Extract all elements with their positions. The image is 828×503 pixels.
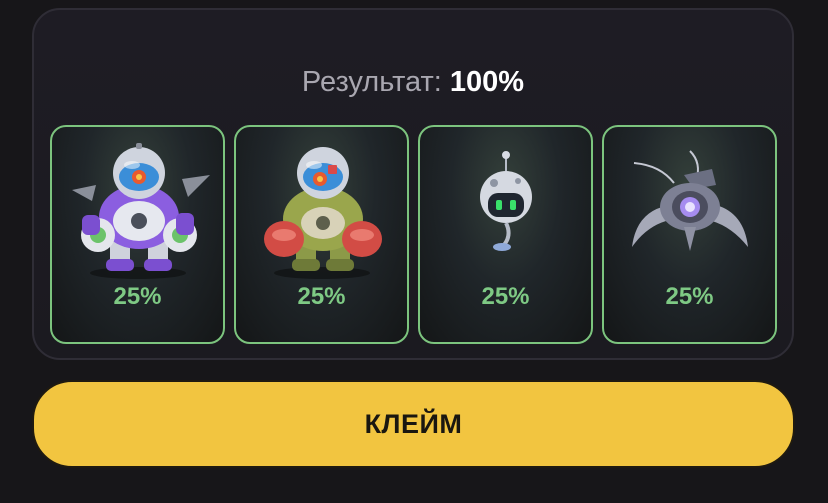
purple-mech-robot-image xyxy=(72,143,210,279)
reward-card-green-mech[interactable]: 25% xyxy=(234,125,409,344)
sphere-drone-image xyxy=(480,151,532,251)
result-value: 100% xyxy=(449,66,525,98)
result-line: Результат: 100% xyxy=(34,62,792,102)
spider-drone-image xyxy=(632,150,748,251)
reward-card-purple-mech[interactable]: 25% xyxy=(50,125,225,344)
card-percent: 25% xyxy=(481,283,530,310)
claim-button[interactable]: КЛЕЙМ xyxy=(32,380,795,468)
reward-card-sphere-drone[interactable]: 25% xyxy=(418,125,593,344)
result-label: Результат: xyxy=(301,66,442,98)
card-percent: 25% xyxy=(297,283,346,310)
card-percent: 25% xyxy=(665,283,714,310)
card-percent: 25% xyxy=(113,283,162,310)
reward-card-spider-drone[interactable]: 25% xyxy=(602,125,777,344)
green-mech-robot-image xyxy=(264,147,382,279)
